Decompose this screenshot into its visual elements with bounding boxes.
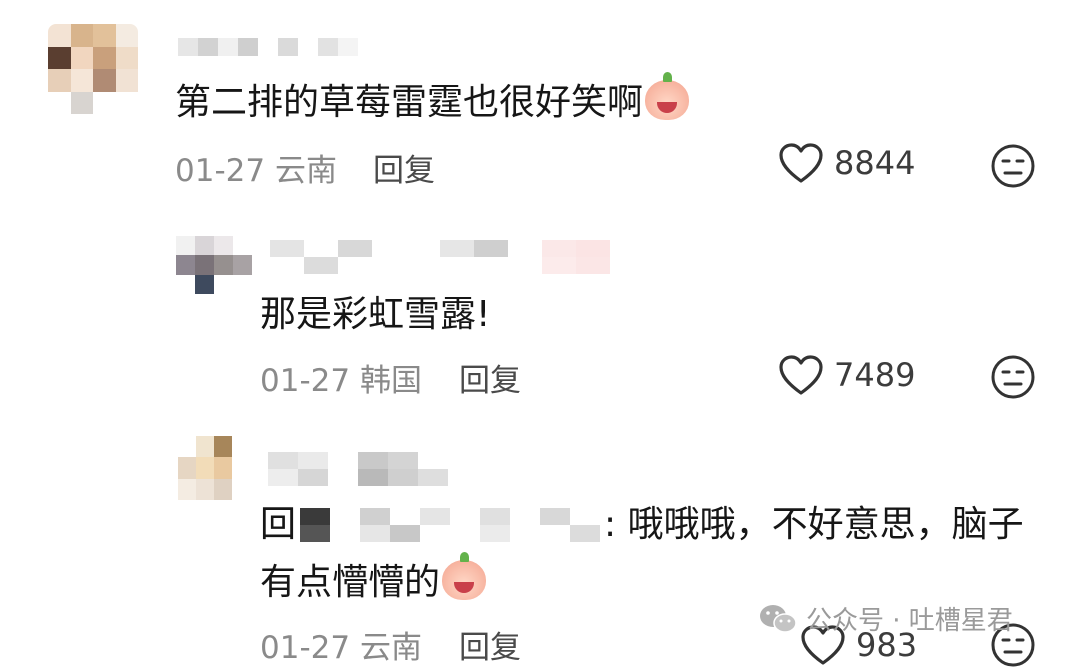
comment-meta: 01-27 云南	[175, 145, 337, 190]
like-button[interactable]: 8844	[778, 142, 915, 184]
comment-text-content: 有点懵懵的	[260, 562, 441, 603]
dislike-face-icon[interactable]	[990, 354, 1036, 400]
avatar[interactable]	[176, 236, 252, 294]
like-count: 7489	[834, 356, 916, 394]
comment-text-content: 第二排的草莓雷霆也很好笑啊	[175, 82, 644, 123]
watermark: 公众号 · 吐槽星君	[758, 600, 1013, 637]
avatar[interactable]	[48, 24, 138, 114]
comment-text: 那是彩虹雪露!	[260, 294, 491, 335]
comment-meta: 01-27 云南	[260, 622, 422, 667]
comment-meta: 01-27 韩国	[260, 355, 422, 400]
like-count: 8844	[834, 144, 916, 182]
comment-date: 01-27	[260, 363, 351, 399]
reply-button[interactable]: 回复	[373, 145, 435, 190]
watermark-text: 公众号 · 吐槽星君	[806, 606, 1013, 636]
dislike-face-icon[interactable]	[990, 143, 1036, 189]
like-button[interactable]: 7489	[778, 354, 915, 396]
comment-location: 云南	[274, 153, 337, 189]
wechat-icon	[760, 604, 797, 633]
reply-target-redacted[interactable]	[300, 508, 601, 542]
laughing-crying-emoji-icon	[645, 72, 690, 120]
comment-text-line-1: 回 : 哦哦哦，不好意思，脑子	[260, 502, 1024, 548]
comment-text: 第二排的草莓雷霆也很好笑啊	[175, 72, 690, 126]
reply-prefix: 回	[260, 504, 297, 545]
comment-location: 韩国	[359, 363, 422, 399]
username-redacted[interactable]	[270, 240, 610, 274]
avatar[interactable]	[178, 436, 250, 500]
heart-icon	[779, 143, 823, 183]
username-redacted[interactable]	[178, 38, 358, 56]
username-redacted[interactable]	[268, 452, 448, 486]
comment-text-content: : 哦哦哦，不好意思，脑子	[604, 504, 1024, 545]
heart-icon	[779, 355, 823, 395]
comment-date: 01-27	[175, 153, 266, 189]
embarrassed-emoji-icon	[442, 552, 487, 600]
reply-button[interactable]: 回复	[459, 622, 521, 667]
reply-button[interactable]: 回复	[459, 355, 521, 400]
comment-text-line-2: 有点懵懵的	[260, 552, 487, 606]
